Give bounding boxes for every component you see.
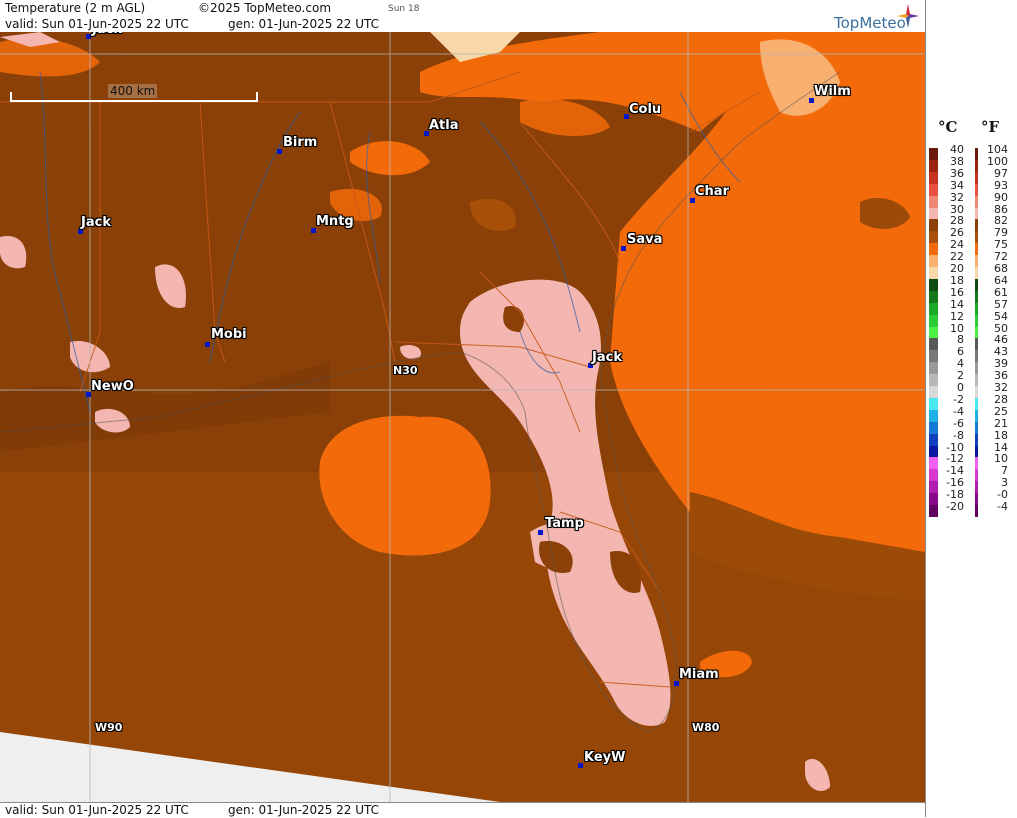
parameter-title: Temperature (2 m AGL) <box>5 1 146 15</box>
city-label: Birm <box>283 135 318 150</box>
generated-time: gen: 01-Jun-2025 22 UTC <box>228 17 380 31</box>
brand-logo-text: TopMeteo <box>834 14 906 32</box>
city-label: Jack <box>92 32 122 37</box>
city-label: Wilm <box>814 84 851 99</box>
city-label: Char <box>695 184 729 199</box>
city-marker[interactable] <box>86 34 91 39</box>
city-marker[interactable] <box>277 149 282 154</box>
city-label: NewO <box>91 379 134 394</box>
city-label: Jack <box>81 215 111 230</box>
legend-fahrenheit-value: -4 <box>997 500 1008 513</box>
valid-time: valid: Sun 01-Jun-2025 22 UTC <box>5 17 189 31</box>
city-label: Mntg <box>316 214 354 229</box>
city-label: Atla <box>429 118 459 133</box>
city-marker[interactable] <box>578 763 583 768</box>
map-header: Temperature (2 m AGL) ©2025 TopMeteo.com… <box>0 0 925 33</box>
city-marker[interactable] <box>205 342 210 347</box>
scale-label: 400 km <box>108 84 158 98</box>
city-label: KeyW <box>584 750 626 765</box>
city-marker[interactable] <box>538 530 543 535</box>
legend-unit-celsius: °C <box>938 118 958 136</box>
footer-valid-time: valid: Sun 01-Jun-2025 22 UTC <box>5 803 189 817</box>
longitude-label-w90: W90 <box>95 721 123 734</box>
footer-generated-time: gen: 01-Jun-2025 22 UTC <box>228 803 380 817</box>
city-label: Sava <box>627 232 663 247</box>
city-label: Colu <box>629 102 662 117</box>
longitude-label-w80: W80 <box>692 721 720 734</box>
map-footer: valid: Sun 01-Jun-2025 22 UTC gen: 01-Ju… <box>0 802 925 818</box>
day-label: Sun 18 <box>388 4 420 14</box>
legend-celsius-value: -20 <box>946 500 964 513</box>
city-marker[interactable] <box>621 246 626 251</box>
latitude-label-n30: N30 <box>393 364 418 377</box>
copyright-text: ©2025 TopMeteo.com <box>198 1 332 15</box>
temperature-legend: °C °F 40 104 38 100 36 97 34 93 32 90 30 86 28 82 26 79… <box>925 0 1017 817</box>
compass-star-icon <box>897 4 919 28</box>
city-label: Tamp <box>545 516 584 531</box>
city-label: Miam <box>679 667 719 682</box>
temperature-map[interactable]: 400 km N30 W90 W80 Jack Birm Atla Colu W… <box>0 32 925 802</box>
map-canvas <box>0 32 925 802</box>
legend-unit-fahrenheit: °F <box>981 118 1000 136</box>
city-label: Mobi <box>211 327 247 342</box>
city-label: Jack <box>592 350 622 365</box>
